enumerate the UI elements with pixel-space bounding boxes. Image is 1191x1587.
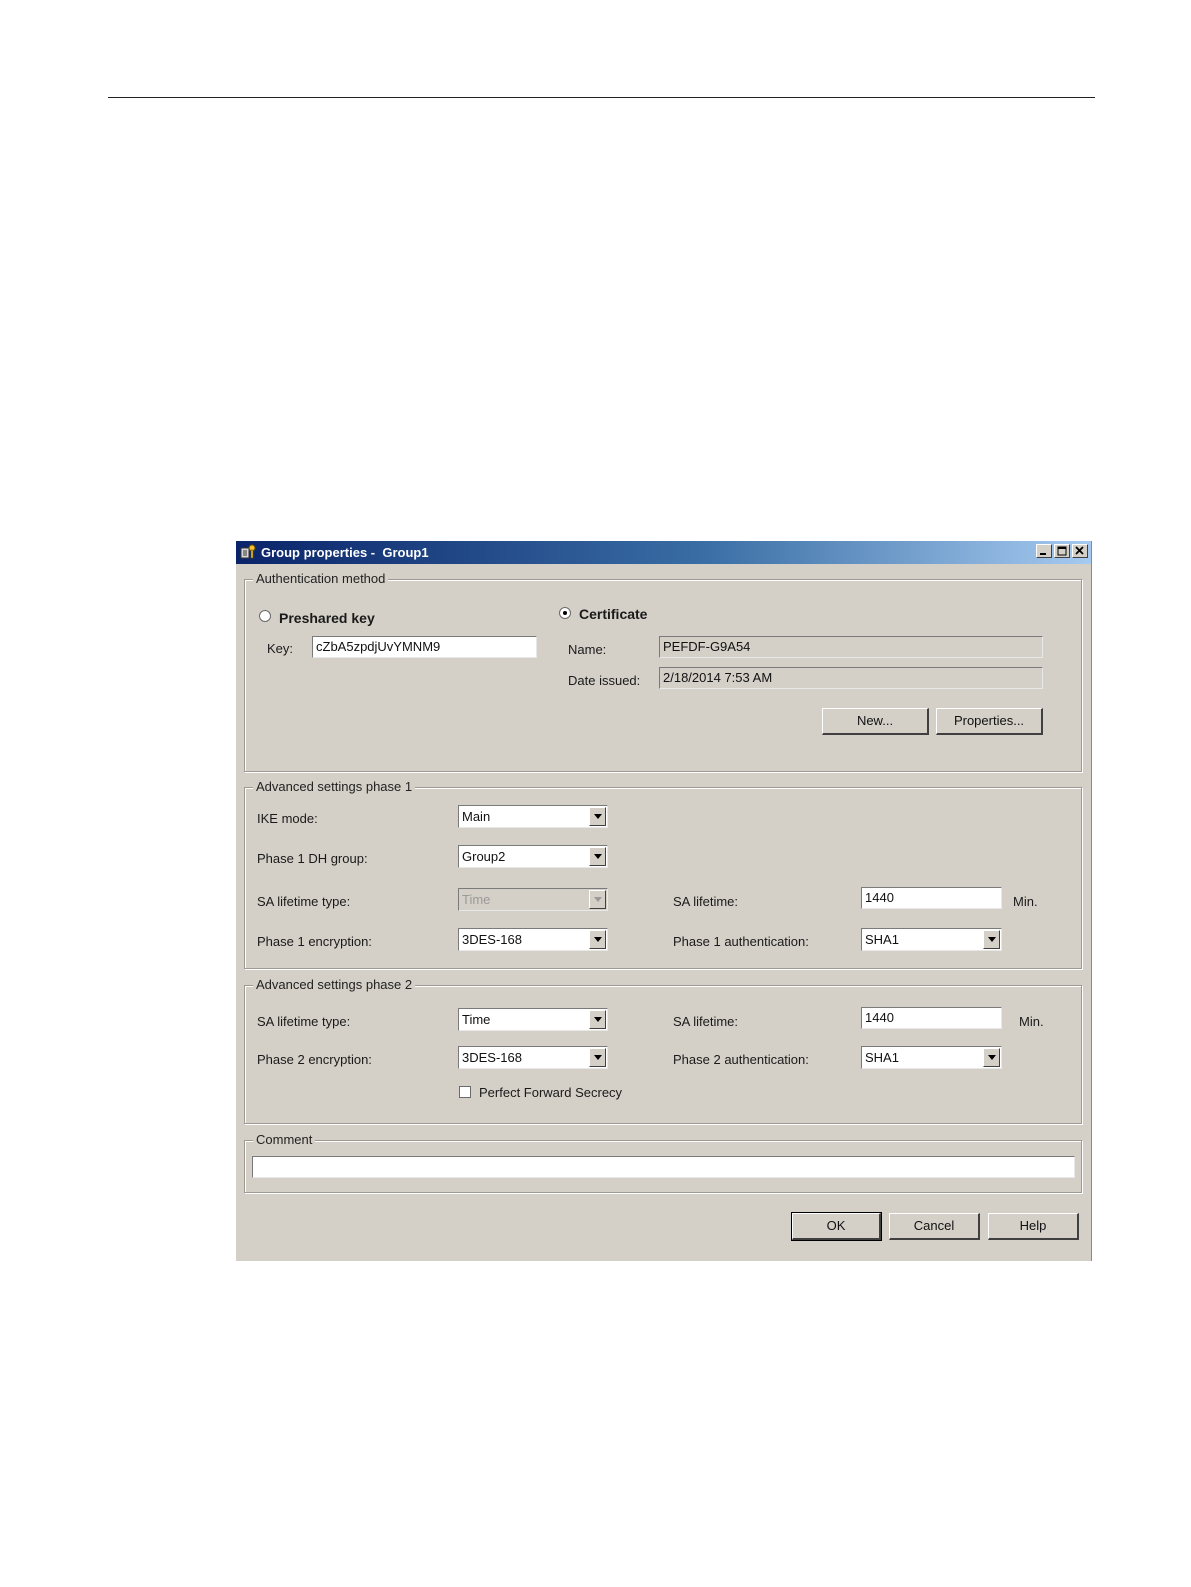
pfs-checkbox[interactable] [459,1086,471,1098]
ike-mode-select[interactable]: Main [458,805,608,828]
phase1-authentication-value: SHA1 [865,932,899,947]
ike-mode-value: Main [462,809,491,824]
phase2-encryption-value: 3DES-168 [462,1050,522,1065]
close-icon [1075,546,1084,555]
group-key-icon [240,544,256,560]
phase2-encryption-select[interactable]: 3DES-168 [458,1046,608,1069]
phase2-sa-lifetime-label: SA lifetime: [673,1014,739,1029]
phase1-authentication-select[interactable]: SHA1 [861,928,1002,951]
phase2-authentication-select[interactable]: SHA1 [861,1046,1002,1069]
key-label: Key: [267,641,294,656]
title-bar[interactable]: Group properties - Group1 [236,541,1091,564]
phase1-sa-lifetime-type-label: SA lifetime type: [257,894,351,909]
chevron-down-icon [594,814,602,819]
close-button[interactable] [1072,544,1088,558]
comment-input[interactable] [252,1156,1075,1178]
dropdown-arrow-button[interactable] [983,930,1000,949]
help-button[interactable]: Help [988,1213,1079,1240]
phase1-encryption-label: Phase 1 encryption: [257,934,372,949]
cert-name-label: Name: [568,642,607,657]
maximize-icon [1057,546,1067,556]
phase2-sa-lifetime-input[interactable]: 1440 [861,1007,1002,1029]
certificate-radio[interactable] [559,607,571,619]
chevron-down-icon [594,937,602,942]
phase1-encryption-select[interactable]: 3DES-168 [458,928,608,951]
chevron-down-icon [594,1017,602,1022]
dropdown-arrow-button[interactable] [983,1048,1000,1067]
phase1-sa-lifetime-label: SA lifetime: [673,894,739,909]
preshared-key-radio[interactable] [259,610,271,622]
minimize-button[interactable] [1036,544,1052,558]
phase2-legend: Advanced settings phase 2 [253,977,416,992]
certificate-properties-button[interactable]: Properties... [936,708,1043,735]
chevron-down-icon [594,897,602,902]
dh-group-value: Group2 [462,849,506,864]
certificate-label: Certificate [579,606,648,622]
maximize-button[interactable] [1054,544,1070,558]
ok-button[interactable]: OK [791,1212,882,1241]
dropdown-arrow-button [589,890,606,909]
pfs-label: Perfect Forward Secrecy [479,1085,623,1100]
cancel-button[interactable]: Cancel [889,1213,980,1240]
phase2-authentication-label: Phase 2 authentication: [673,1052,809,1067]
phase2-sa-lifetime-type-label: SA lifetime type: [257,1014,351,1029]
group-properties-dialog: Group properties - Group1 Authentication… [236,541,1092,1261]
dropdown-arrow-button[interactable] [589,807,606,826]
date-issued-field: 2/18/2014 7:53 AM [659,667,1043,689]
chevron-down-icon [988,1055,996,1060]
phase1-sa-lifetime-type-value: Time [462,892,491,907]
ike-mode-label: IKE mode: [257,811,318,826]
chevron-down-icon [594,1055,602,1060]
phase1-sa-lifetime-input[interactable]: 1440 [861,887,1002,909]
phase2-sa-lifetime-type-value: Time [462,1012,491,1027]
phase1-encryption-value: 3DES-168 [462,932,522,947]
dropdown-arrow-button[interactable] [589,847,606,866]
authentication-method-legend: Authentication method [253,571,389,586]
preshared-key-label: Preshared key [279,610,375,626]
comment-legend: Comment [253,1132,316,1147]
dh-group-select[interactable]: Group2 [458,845,608,868]
phase1-authentication-label: Phase 1 authentication: [673,934,809,949]
window-title: Group properties - Group1 [261,545,429,560]
dh-group-label: Phase 1 DH group: [257,851,368,866]
dropdown-arrow-button[interactable] [589,1010,606,1029]
page-divider-line [108,97,1095,98]
dropdown-arrow-button[interactable] [589,930,606,949]
phase1-sa-unit-label: Min. [1013,894,1038,909]
cert-name-field: PEFDF-G9A54 [659,636,1043,658]
phase1-sa-lifetime-type-select: Time [458,888,608,911]
phase2-sa-lifetime-type-select[interactable]: Time [458,1008,608,1031]
phase2-sa-unit-label: Min. [1019,1014,1044,1029]
phase1-legend: Advanced settings phase 1 [253,779,416,794]
chevron-down-icon [594,854,602,859]
key-input[interactable]: cZbA5zpdjUvYMNM9 [312,636,537,658]
new-certificate-button[interactable]: New... [822,708,929,735]
phase2-encryption-label: Phase 2 encryption: [257,1052,372,1067]
phase2-authentication-value: SHA1 [865,1050,899,1065]
dropdown-arrow-button[interactable] [589,1048,606,1067]
date-issued-label: Date issued: [568,673,641,688]
chevron-down-icon [988,937,996,942]
minimize-icon [1040,553,1046,555]
